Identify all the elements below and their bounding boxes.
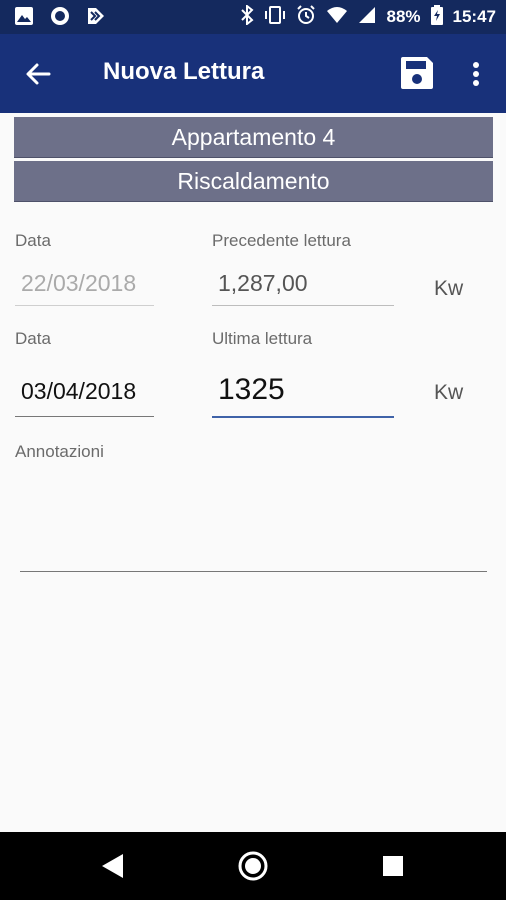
- last-date-label: Data: [15, 329, 51, 348]
- back-button[interactable]: [20, 56, 56, 92]
- apartment-header: Appartamento 4: [14, 117, 493, 158]
- record-icon: [50, 6, 70, 31]
- more-options-button[interactable]: [462, 54, 490, 94]
- vibrate-icon: [264, 5, 286, 30]
- previous-date-label: Data: [15, 231, 51, 250]
- previous-reading-label: Precedente lettura: [212, 231, 351, 250]
- signal-icon: [358, 6, 376, 29]
- gallery-icon: [14, 6, 34, 31]
- nav-back-button[interactable]: [98, 851, 128, 881]
- app-notification-icon: [86, 6, 106, 31]
- previous-unit-label: Kw: [434, 277, 464, 300]
- notes-input[interactable]: [20, 470, 487, 572]
- bluetooth-icon: [240, 3, 254, 30]
- notes-label: Annotazioni: [15, 442, 104, 461]
- page-title: Nuova Lettura: [103, 58, 265, 85]
- clock: 15:47: [452, 7, 496, 26]
- battery-charging-icon: [430, 4, 443, 30]
- nav-recents-button[interactable]: [381, 854, 405, 878]
- save-icon: [401, 57, 433, 89]
- wifi-icon: [326, 6, 348, 29]
- battery-percentage: 88%: [386, 7, 421, 26]
- alarm-icon: [296, 4, 316, 30]
- last-reading-label: Ultima lettura: [212, 329, 313, 348]
- last-date-field[interactable]: 03/04/2018: [15, 378, 154, 417]
- circle-home-icon: [238, 851, 268, 881]
- triangle-back-icon: [102, 854, 123, 878]
- square-recents-icon: [383, 856, 403, 876]
- last-unit-label: Kw: [434, 381, 464, 404]
- more-vert-icon: [473, 62, 479, 86]
- status-bar: 88% 15:47: [0, 0, 506, 34]
- nav-home-button[interactable]: [237, 850, 269, 882]
- previous-reading-field: 1,287,00: [212, 270, 394, 306]
- navigation-bar: [0, 832, 506, 900]
- back-arrow-icon: [26, 63, 51, 85]
- save-button[interactable]: [396, 52, 438, 94]
- last-reading-input[interactable]: 1325: [212, 373, 394, 418]
- app-bar: Nuova Lettura: [0, 34, 506, 113]
- category-header: Riscaldamento: [14, 161, 493, 202]
- previous-date-field: 22/03/2018: [15, 270, 154, 306]
